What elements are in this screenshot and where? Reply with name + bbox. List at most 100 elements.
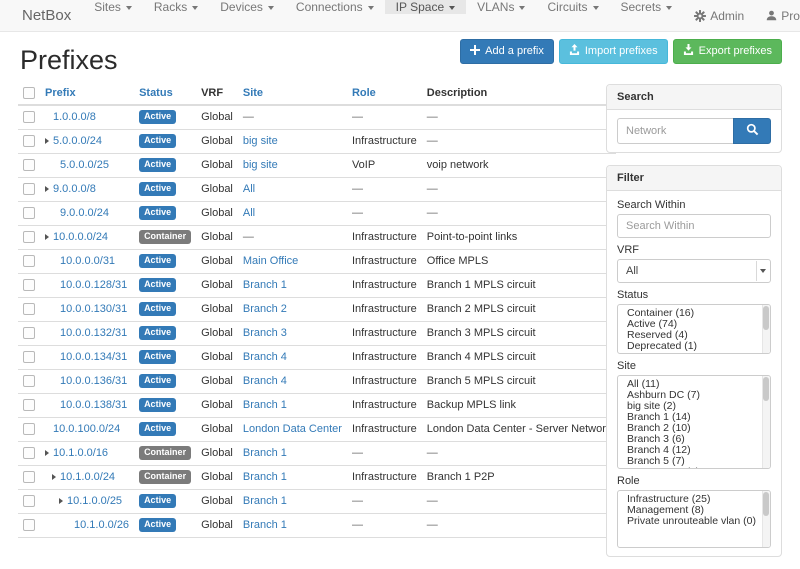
site-option[interactable]: All (11) (618, 379, 770, 390)
site-link[interactable]: Branch 1 (243, 279, 287, 291)
site-link[interactable]: big site (243, 135, 278, 147)
site-link[interactable]: big site (243, 159, 278, 171)
prefix-link[interactable]: 9.0.0.0/8 (53, 183, 96, 195)
scrollbar-thumb[interactable] (763, 377, 769, 401)
nav-item-circuits[interactable]: Circuits (536, 0, 609, 14)
site-link[interactable]: All (243, 183, 255, 195)
prefix-link[interactable]: 10.0.0.130/31 (60, 303, 127, 315)
site-link[interactable]: Branch 1 (243, 495, 287, 507)
site-option[interactable]: Ashburn DC (7) (618, 390, 770, 401)
site-option[interactable]: big site (2) (618, 401, 770, 412)
column-header-site[interactable]: Site (238, 84, 347, 105)
row-checkbox[interactable] (23, 399, 35, 411)
site-link[interactable]: Branch 3 (243, 327, 287, 339)
prefix-link[interactable]: 10.0.0.138/31 (60, 399, 127, 411)
site-link[interactable]: London Data Center (243, 423, 342, 435)
row-checkbox[interactable] (23, 351, 35, 363)
vrf-select[interactable]: All (617, 259, 771, 283)
row-checkbox[interactable] (23, 303, 35, 315)
row-checkbox[interactable] (23, 423, 35, 435)
status-multiselect[interactable]: Container (16)Active (74)Reserved (4)Dep… (617, 304, 771, 354)
nav-item-vlans[interactable]: VLANs (466, 0, 536, 14)
site-option[interactable]: Branch 2 (10) (618, 423, 770, 434)
prefix-link[interactable]: 10.0.0.132/31 (60, 327, 127, 339)
nav-item-secrets[interactable]: Secrets (610, 0, 684, 14)
search-button[interactable] (733, 118, 771, 144)
prefix-link[interactable]: 10.1.0.0/16 (53, 447, 108, 459)
nav-item-ip-space[interactable]: IP Space (385, 0, 466, 14)
nav-item-sites[interactable]: Sites (83, 0, 143, 14)
row-checkbox[interactable] (23, 231, 35, 243)
prefix-link[interactable]: 5.0.0.0/24 (53, 135, 102, 147)
vrf-value: Global (201, 111, 233, 123)
prefix-link[interactable]: 10.0.0.134/31 (60, 351, 127, 363)
site-link[interactable]: Branch 4 (243, 375, 287, 387)
nav-item-racks[interactable]: Racks (143, 0, 209, 14)
status-option[interactable]: Container (16) (618, 308, 770, 319)
site-option[interactable]: Branch 1 (14) (618, 412, 770, 423)
column-header-prefix[interactable]: Prefix (40, 84, 134, 105)
site-option[interactable]: Branch 3 (6) (618, 434, 770, 445)
scrollbar-thumb[interactable] (763, 306, 769, 330)
site-option[interactable]: Branch 5 (7) (618, 456, 770, 467)
profile-link[interactable]: Profile (755, 0, 800, 31)
prefix-link[interactable]: 9.0.0.0/24 (60, 207, 109, 219)
status-option[interactable]: Reserved (4) (618, 330, 770, 341)
nav-item-connections[interactable]: Connections (285, 0, 385, 14)
prefix-link[interactable]: 10.0.0.128/31 (60, 279, 127, 291)
row-checkbox[interactable] (23, 327, 35, 339)
select-all-checkbox[interactable] (23, 87, 35, 99)
prefix-link[interactable]: 10.1.0.0/24 (60, 471, 115, 483)
main-menu: Sites Racks Devices Connections IP Space… (83, 0, 683, 31)
column-header-status[interactable]: Status (134, 84, 196, 105)
row-checkbox[interactable] (23, 447, 35, 459)
prefix-link[interactable]: 5.0.0.0/25 (60, 159, 109, 171)
site-link[interactable]: Branch 2 (243, 303, 287, 315)
row-checkbox[interactable] (23, 183, 35, 195)
site-link[interactable]: Branch 1 (243, 519, 287, 531)
role-option[interactable]: Infrastructure (25) (618, 494, 770, 505)
prefix-link[interactable]: 10.1.0.0/26 (74, 519, 129, 531)
search-within-input[interactable] (617, 214, 771, 238)
site-multiselect[interactable]: All (11)Ashburn DC (7)big site (2)Branch… (617, 375, 771, 469)
prefix-link[interactable]: 10.0.0.0/31 (60, 255, 115, 267)
site-link[interactable]: Branch 1 (243, 399, 287, 411)
row-checkbox[interactable] (23, 255, 35, 267)
admin-link[interactable]: Admin (683, 0, 755, 31)
scrollbar-thumb[interactable] (763, 492, 769, 516)
status-option[interactable]: Active (74) (618, 319, 770, 330)
role-option[interactable]: Private unrouteable vlan (0) (618, 516, 770, 527)
network-search-input[interactable] (617, 118, 733, 144)
site-option[interactable]: COLO-1-CA (9) (618, 467, 770, 469)
status-badge: Container (139, 230, 191, 244)
brand-logo[interactable]: NetBox (10, 0, 83, 31)
prefix-link[interactable]: 10.0.0.136/31 (60, 375, 127, 387)
site-link[interactable]: Branch 4 (243, 351, 287, 363)
prefix-link[interactable]: 10.1.0.0/25 (67, 495, 122, 507)
row-checkbox[interactable] (23, 159, 35, 171)
role-multiselect[interactable]: Infrastructure (25)Management (8)Private… (617, 490, 771, 548)
row-checkbox[interactable] (23, 111, 35, 123)
site-link[interactable]: Main Office (243, 255, 298, 267)
row-checkbox[interactable] (23, 375, 35, 387)
prefix-link[interactable]: 1.0.0.0/8 (53, 111, 96, 123)
row-checkbox[interactable] (23, 495, 35, 507)
row-checkbox[interactable] (23, 279, 35, 291)
row-checkbox[interactable] (23, 135, 35, 147)
site-link[interactable]: Branch 1 (243, 447, 287, 459)
prefix-link[interactable]: 10.0.100.0/24 (53, 423, 120, 435)
row-checkbox[interactable] (23, 519, 35, 531)
site-link[interactable]: Branch 1 (243, 471, 287, 483)
nav-item-devices[interactable]: Devices (209, 0, 285, 14)
status-option[interactable]: Deprecated (1) (618, 341, 770, 352)
site-option[interactable]: Branch 4 (12) (618, 445, 770, 456)
empty-dash: — (427, 207, 438, 219)
column-header-role[interactable]: Role (347, 84, 422, 105)
import-prefixes-button[interactable]: Import prefixes (559, 39, 668, 64)
site-link[interactable]: All (243, 207, 255, 219)
row-checkbox[interactable] (23, 471, 35, 483)
prefix-link[interactable]: 10.0.0.0/24 (53, 231, 108, 243)
export-prefixes-button[interactable]: Export prefixes (673, 39, 782, 64)
add-prefix-button[interactable]: Add a prefix (460, 39, 554, 64)
row-checkbox[interactable] (23, 207, 35, 219)
